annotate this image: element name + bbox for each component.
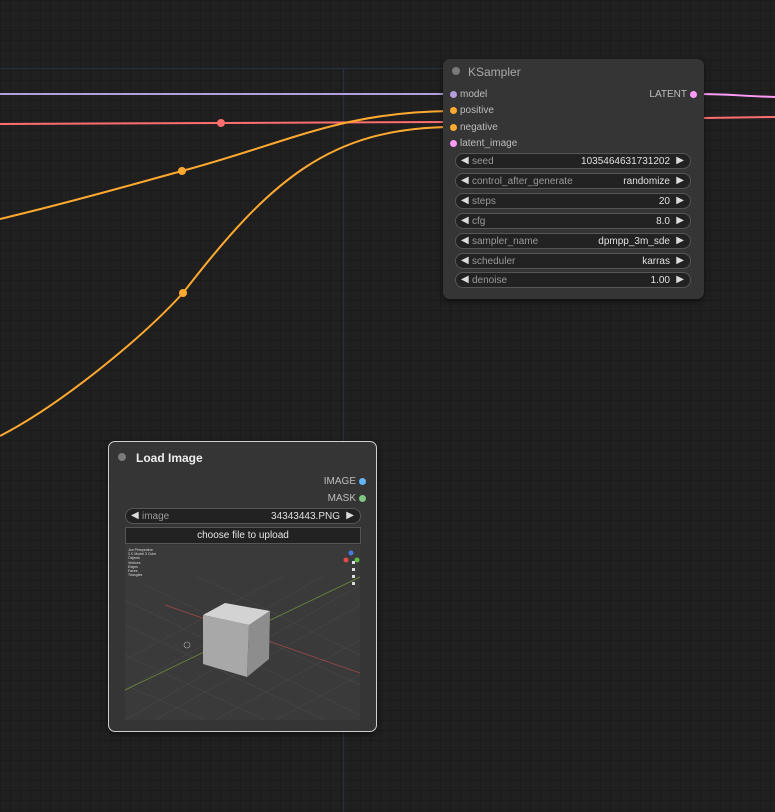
image-preview: Jon Perspective 3 C Model 3 Cube Objects… [125, 545, 360, 720]
output-slot-image[interactable]: IMAGE [323, 476, 366, 488]
widget-seed[interactable]: ◀ seed 1035464631731202 ▶ [455, 153, 691, 169]
widget-value: karras [642, 256, 670, 267]
widget-value: 34343443.PNG [271, 511, 340, 522]
increment-arrow-icon[interactable]: ▶ [676, 155, 684, 166]
output-slot-mask[interactable]: MASK [327, 493, 366, 505]
ksampler-title-bar[interactable]: KSampler [443, 59, 704, 83]
load-image-title-bar[interactable]: Load Image [109, 442, 376, 466]
widget-control-after-generate[interactable]: ◀ control_after_generate randomize ▶ [455, 173, 691, 189]
increment-arrow-icon[interactable]: ▶ [676, 215, 684, 226]
slot-dot-icon[interactable] [450, 91, 457, 98]
decrement-arrow-icon[interactable]: ◀ [461, 155, 469, 166]
load-image-title: Load Image [136, 451, 203, 465]
widget-value: dpmpp_3m_sde [598, 236, 670, 247]
clip-link-right[interactable] [703, 116, 775, 119]
input-slot-positive[interactable]: positive [450, 105, 494, 117]
slot-dot-icon[interactable] [690, 91, 697, 98]
widget-image[interactable]: ◀ image 34343443.PNG ▶ [125, 508, 361, 524]
slot-label: LATENT [649, 89, 687, 100]
negative-link-midpoint[interactable] [179, 289, 187, 297]
widget-label: image [142, 511, 170, 522]
widget-value: 1035464631731202 [581, 156, 670, 167]
slot-label: model [460, 89, 488, 100]
ksampler-node[interactable]: KSampler model positive negative latent_… [443, 59, 704, 299]
positive-link-midpoint[interactable] [178, 167, 186, 175]
widget-label: steps [472, 196, 496, 207]
increment-arrow-icon[interactable]: ▶ [676, 255, 684, 266]
cube-render [125, 550, 360, 720]
increment-arrow-icon[interactable]: ▶ [676, 274, 684, 285]
input-slot-model[interactable]: model [450, 89, 488, 101]
clip-link-midpoint[interactable] [217, 119, 225, 127]
slot-dot-icon[interactable] [359, 495, 366, 502]
slot-dot-icon[interactable] [450, 124, 457, 131]
positive-link[interactable] [0, 110, 452, 220]
widget-cfg[interactable]: ◀ cfg 8.0 ▶ [455, 213, 691, 229]
increment-arrow-icon[interactable]: ▶ [676, 175, 684, 186]
widget-sampler-name[interactable]: ◀ sampler_name dpmpp_3m_sde ▶ [455, 233, 691, 249]
increment-arrow-icon[interactable]: ▶ [346, 510, 354, 521]
widget-denoise[interactable]: ◀ denoise 1.00 ▶ [455, 272, 691, 288]
tool-icon [352, 561, 355, 564]
slot-label: MASK [327, 493, 356, 504]
slot-label: latent_image [460, 138, 518, 149]
widget-label: sampler_name [472, 236, 539, 247]
widget-label: control_after_generate [472, 176, 573, 187]
input-slot-latent-image[interactable]: latent_image [450, 138, 518, 150]
increment-arrow-icon[interactable]: ▶ [676, 235, 684, 246]
widget-label: denoise [472, 275, 508, 286]
slot-label: negative [460, 122, 498, 133]
widget-label: scheduler [472, 256, 516, 267]
widget-value: 8.0 [656, 216, 670, 227]
tool-icon [352, 568, 355, 571]
decrement-arrow-icon[interactable]: ◀ [461, 195, 469, 206]
viewport-stats: Jon Perspective 3 C Model 3 Cube Objects… [128, 548, 156, 577]
tool-icon [352, 575, 355, 578]
decrement-arrow-icon[interactable]: ◀ [461, 175, 469, 186]
output-slot-latent[interactable]: LATENT [649, 89, 697, 101]
ksampler-title: KSampler [468, 65, 521, 79]
widget-label: cfg [472, 216, 486, 227]
slot-dot-icon[interactable] [450, 107, 457, 114]
widget-value: 20 [658, 196, 670, 207]
decrement-arrow-icon[interactable]: ◀ [461, 215, 469, 226]
slot-label: positive [460, 105, 494, 116]
decrement-arrow-icon[interactable]: ◀ [461, 255, 469, 266]
widget-steps[interactable]: ◀ steps 20 ▶ [455, 193, 691, 209]
decrement-arrow-icon[interactable]: ◀ [461, 274, 469, 285]
negative-link[interactable] [0, 126, 452, 437]
latent-output-link[interactable] [695, 93, 775, 98]
stats-line: Triangles [128, 573, 143, 578]
increment-arrow-icon[interactable]: ▶ [676, 195, 684, 206]
viewport-tool-icons [351, 557, 357, 585]
collapse-dot-icon[interactable] [452, 67, 460, 75]
load-image-node[interactable]: Load Image IMAGE MASK ◀ image 34343443.P… [108, 441, 377, 732]
decrement-arrow-icon[interactable]: ◀ [131, 510, 139, 521]
widget-value: randomize [623, 176, 670, 187]
clip-link[interactable] [0, 121, 452, 125]
slot-dot-icon[interactable] [359, 478, 366, 485]
widget-label: seed [472, 156, 494, 167]
slot-label: IMAGE [323, 476, 356, 487]
decrement-arrow-icon[interactable]: ◀ [461, 235, 469, 246]
slot-dot-icon[interactable] [450, 140, 457, 147]
collapse-dot-icon[interactable] [118, 453, 126, 461]
input-slot-negative[interactable]: negative [450, 122, 498, 134]
widget-scheduler[interactable]: ◀ scheduler karras ▶ [455, 253, 691, 269]
choose-file-button[interactable]: choose file to upload [125, 527, 361, 544]
tool-icon [352, 582, 355, 585]
widget-value: 1.00 [650, 275, 670, 286]
